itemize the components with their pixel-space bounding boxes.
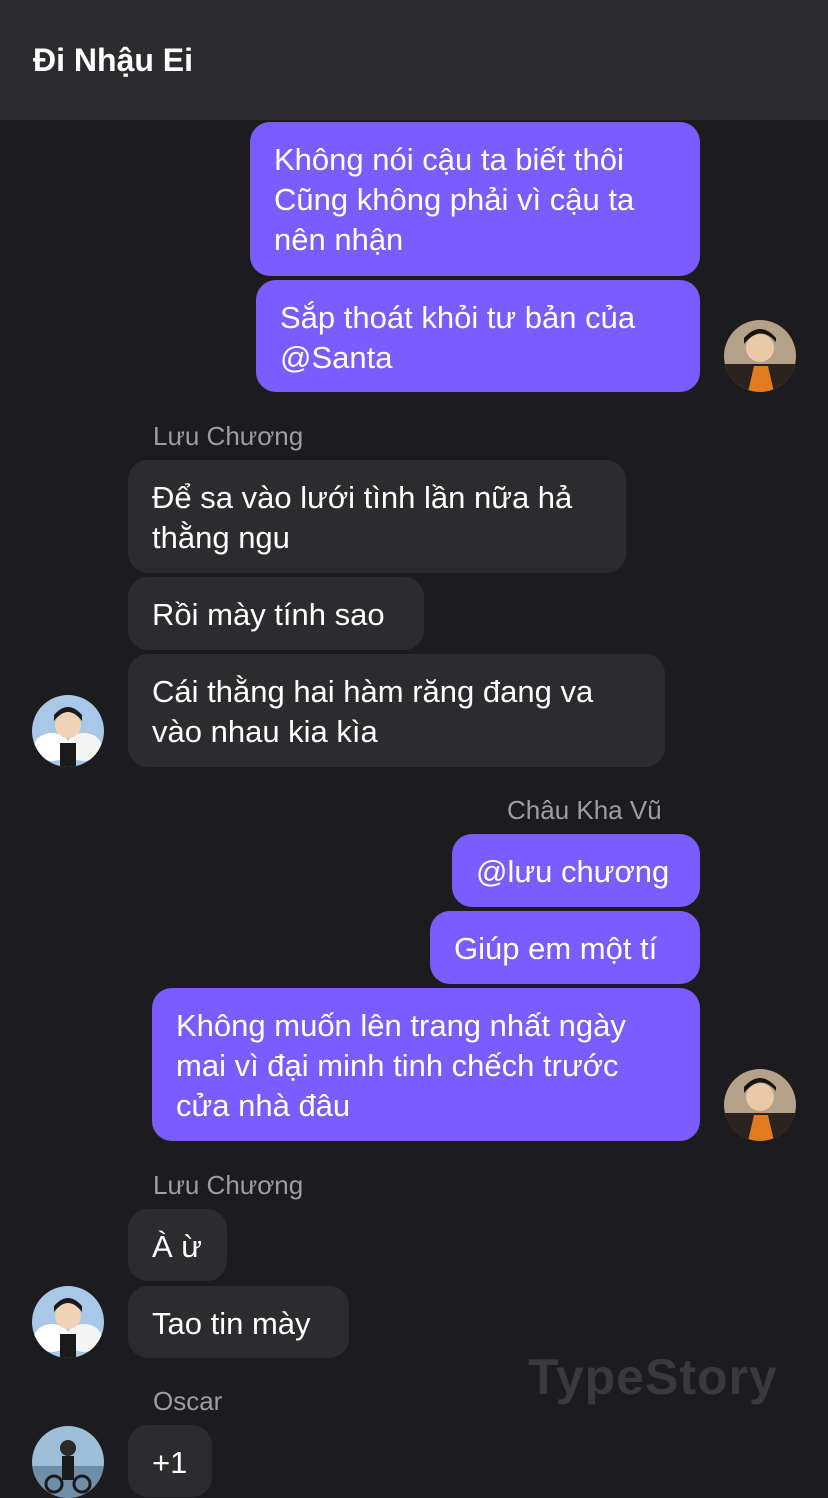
message-bubble-incoming[interactable]: À ừ <box>128 1209 227 1281</box>
message-line: Tao tin mày <box>152 1306 311 1341</box>
avatar-oscar[interactable] <box>32 1426 104 1498</box>
message-line: Sắp thoát khỏi tư bản của <box>280 300 636 335</box>
message-line: mai vì đại minh tinh chếch trước <box>176 1048 619 1083</box>
message-bubble-incoming[interactable]: Cái thằng hai hàm răng đang va vào nhau … <box>128 654 665 767</box>
chat-header: Đi Nhậu Ei <box>0 0 828 120</box>
watermark: TypeStory <box>528 1349 778 1405</box>
message-line: Cái thằng hai hàm răng đang va <box>152 674 594 709</box>
message-line: nên nhận <box>274 222 404 257</box>
avatar-luu-chuong[interactable] <box>32 1286 104 1358</box>
message-line: Rồi mày tính sao <box>152 597 385 632</box>
message-bubble-outgoing[interactable]: @lưu chương <box>452 834 700 907</box>
message-bubble-incoming[interactable]: Rồi mày tính sao <box>128 577 424 650</box>
message-line: Để sa vào lưới tình lần nữa hả <box>152 480 573 515</box>
message-line: +1 <box>152 1445 188 1480</box>
message-line: Không nói cậu ta biết thôi <box>274 142 624 177</box>
message-line: vào nhau kia kìa <box>152 714 378 749</box>
message-line: Giúp em một tí <box>454 931 658 966</box>
avatar-chau-kha-vu[interactable] <box>724 1069 796 1141</box>
message-bubble-incoming[interactable]: Tao tin mày <box>128 1286 349 1358</box>
avatar-luu-chuong[interactable] <box>32 695 104 767</box>
message-line: @lưu chương <box>476 854 670 889</box>
message-bubble-incoming[interactable]: Để sa vào lưới tình lần nữa hả thằng ngu <box>128 460 626 573</box>
message-bubble-outgoing[interactable]: Giúp em một tí <box>430 911 700 984</box>
message-line: Không muốn lên trang nhất ngày <box>176 1008 626 1043</box>
message-line: À ừ <box>152 1229 203 1264</box>
sender-name: Châu Kha Vũ <box>507 795 662 825</box>
sender-name: Lưu Chương <box>153 1170 304 1200</box>
message-line: thằng ngu <box>152 520 290 555</box>
message-line: @Santa <box>280 340 393 375</box>
message-bubble-outgoing[interactable]: Không nói cậu ta biết thôi Cũng không ph… <box>250 122 700 276</box>
sender-name: Lưu Chương <box>153 421 304 451</box>
message-line: Cũng không phải vì cậu ta <box>274 182 635 217</box>
chat-title[interactable]: Đi Nhậu Ei <box>33 42 193 79</box>
message-bubble-outgoing[interactable]: Không muốn lên trang nhất ngày mai vì đạ… <box>152 988 700 1141</box>
message-bubble-outgoing[interactable]: Sắp thoát khỏi tư bản của @Santa <box>256 280 700 392</box>
avatar-chau-kha-vu[interactable] <box>724 320 796 392</box>
sender-name: Oscar <box>153 1386 223 1416</box>
message-line: cửa nhà đâu <box>176 1088 351 1123</box>
message-bubble-incoming[interactable]: +1 <box>128 1425 212 1497</box>
